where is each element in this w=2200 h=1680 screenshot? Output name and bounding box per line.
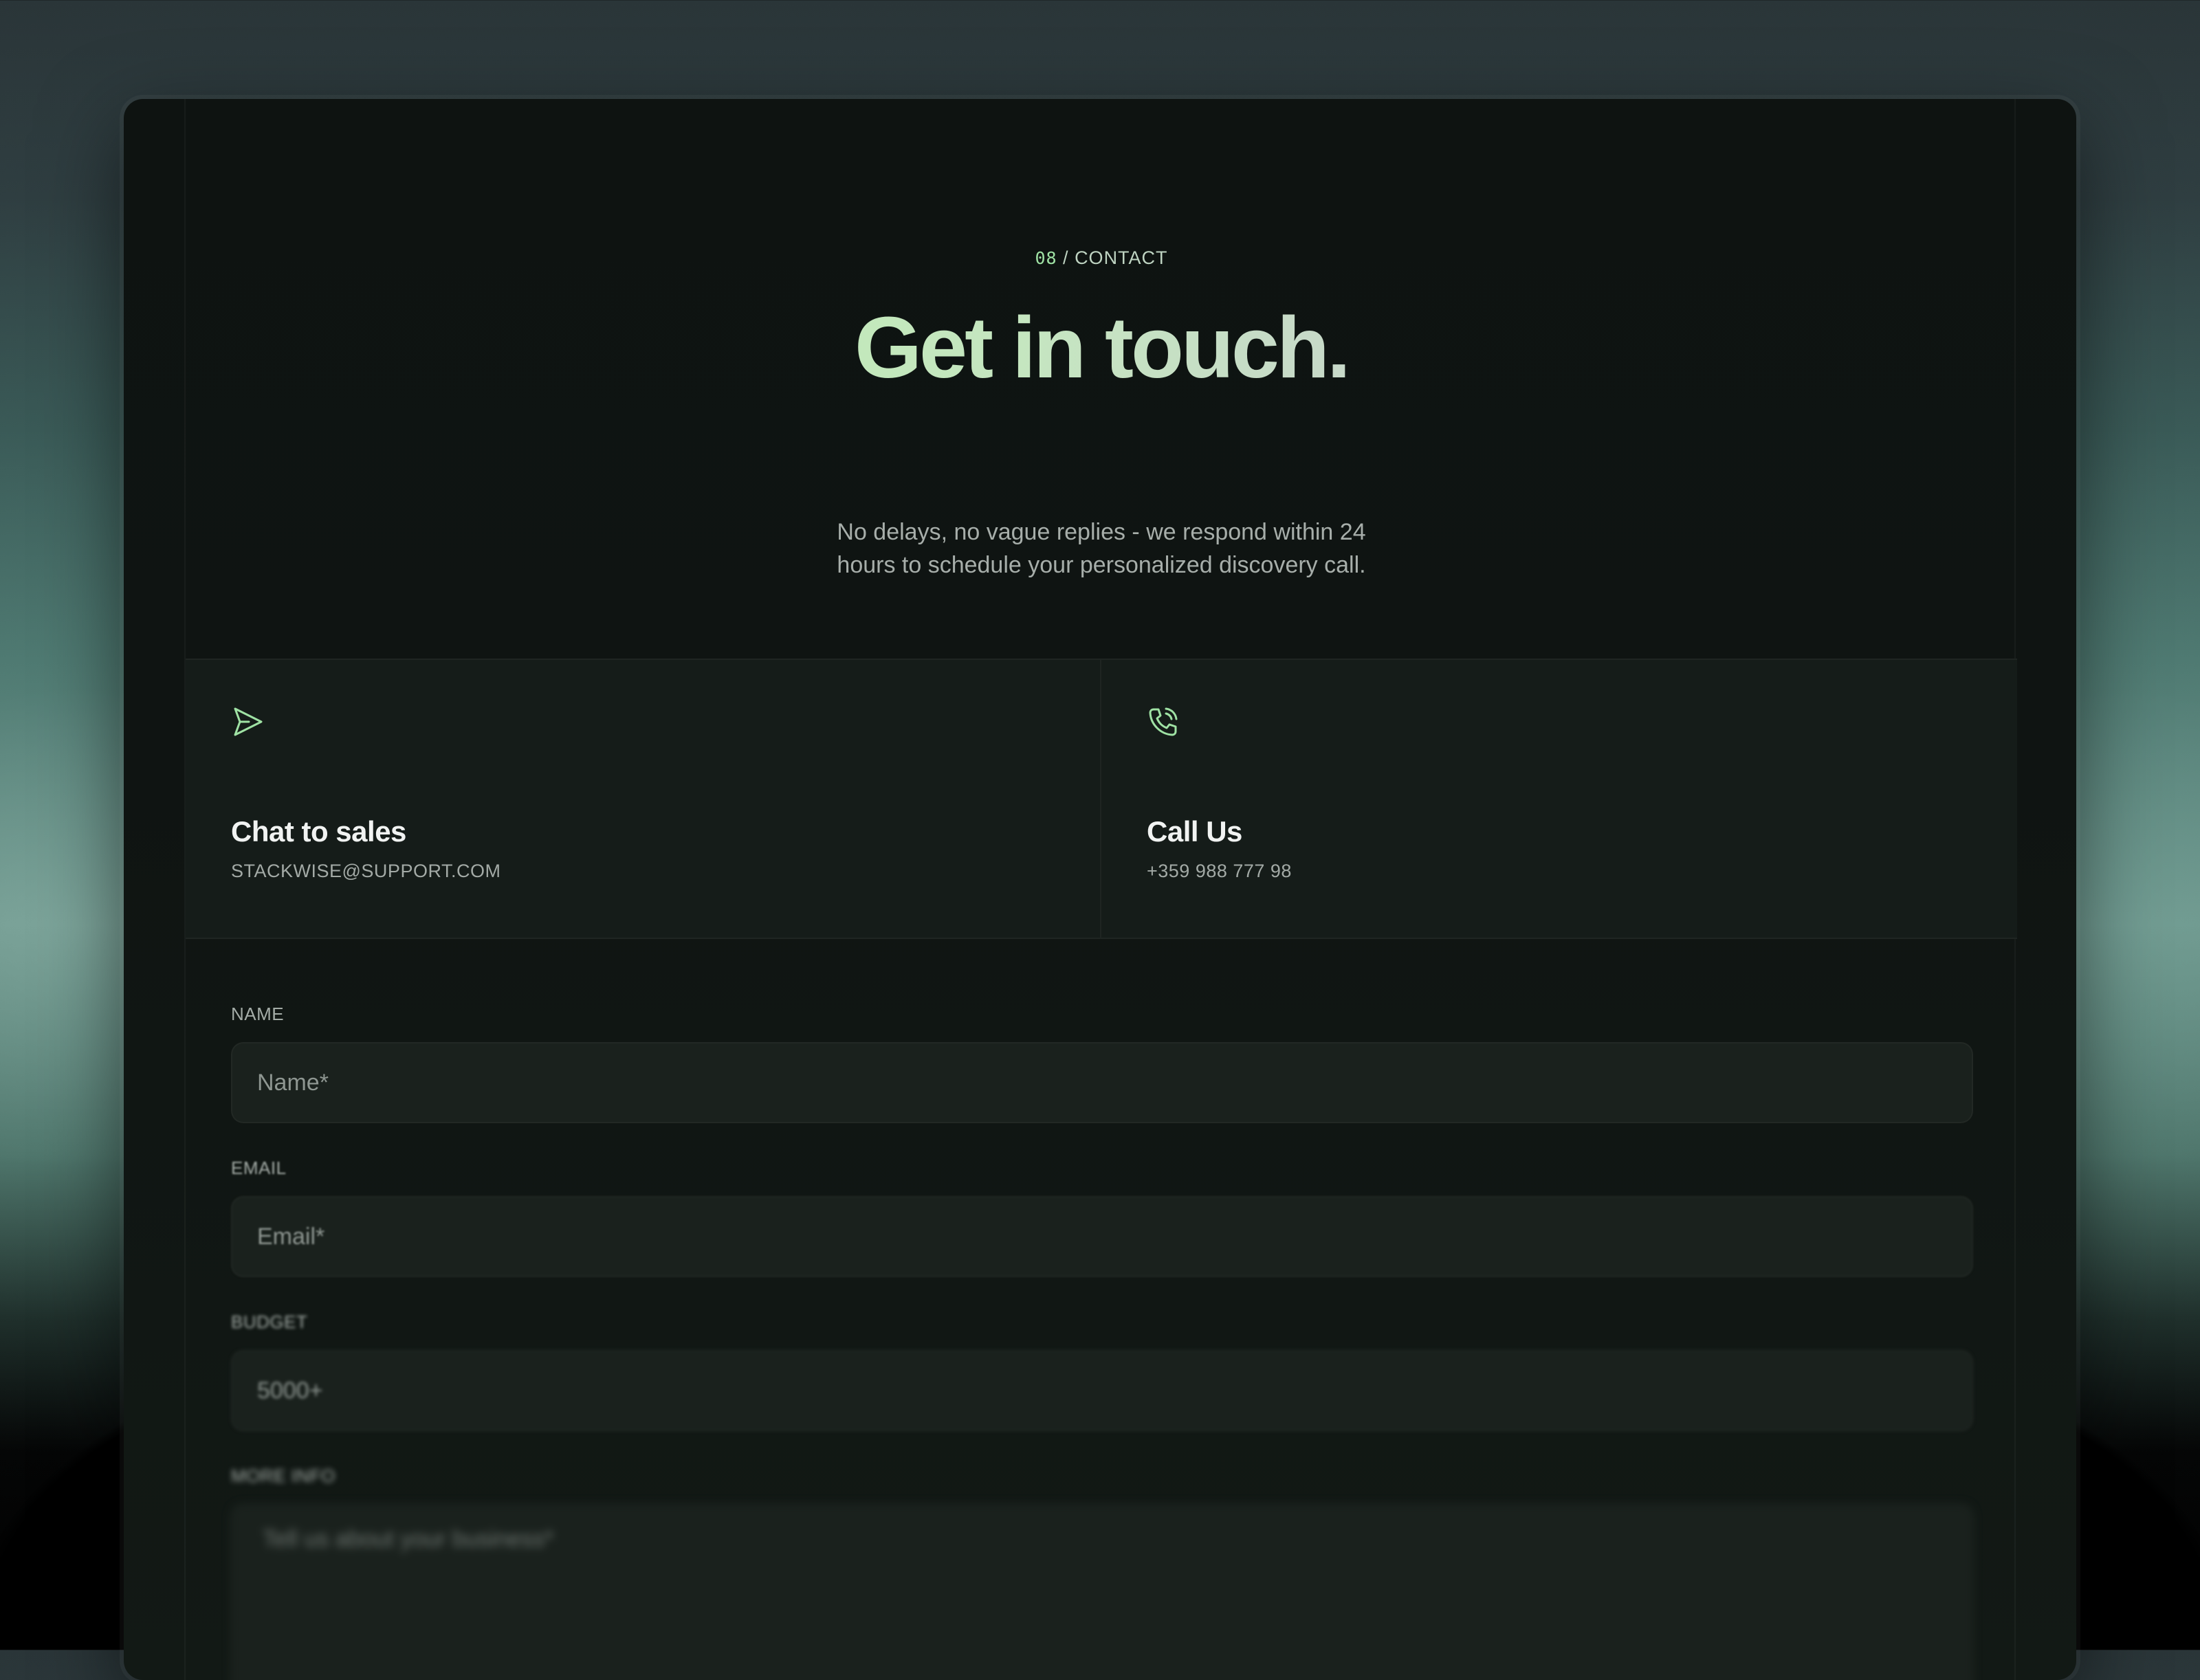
content-frame: 08 / CONTACT Get in touch. No delays, no… [184,99,2017,1680]
name-label: NAME [231,1004,285,1024]
section-separator: / [1057,247,1075,268]
more-info-wrapper [186,1504,2017,1680]
phone-call-icon [1147,705,1180,738]
section-label: CONTACT [1075,247,1168,268]
section-number: 08 [1035,248,1057,268]
card-title: Chat to sales [231,815,406,848]
name-input[interactable] [231,1042,1973,1123]
subtitle-line-2: hours to schedule your personalized disc… [837,552,1366,578]
call-us-card[interactable]: Call Us +359 988 777 98 [1101,660,2017,938]
page-title: Get in touch. [186,293,2017,403]
more-info-label: MORE INFO [231,1466,336,1486]
section-eyebrow: 08 / CONTACT [186,247,2017,269]
budget-label: BUDGET [231,1312,308,1332]
card-title: Call Us [1147,815,1242,848]
phone-number[interactable]: +359 988 777 98 [1147,861,1292,882]
contact-form: NAME EMAIL BUDGET MORE INFO [186,939,2017,1680]
send-icon [231,705,264,738]
contact-cards: Chat to sales STACKWISE@SUPPORT.COM Call… [186,659,2017,939]
email-label: EMAIL [231,1158,287,1178]
sales-email[interactable]: STACKWISE@SUPPORT.COM [231,861,500,882]
email-input[interactable] [231,1196,1973,1277]
subtitle-line-1: No delays, no vague replies - we respond… [837,519,1366,545]
contact-header: 08 / CONTACT Get in touch. No delays, no… [186,99,2017,578]
page-subtitle: No delays, no vague replies - we respond… [186,516,2017,582]
more-info-textarea[interactable] [231,1504,1973,1680]
budget-input[interactable] [231,1350,1973,1431]
contact-window: 08 / CONTACT Get in touch. No delays, no… [124,99,2076,1680]
chat-to-sales-card[interactable]: Chat to sales STACKWISE@SUPPORT.COM [186,660,1101,938]
